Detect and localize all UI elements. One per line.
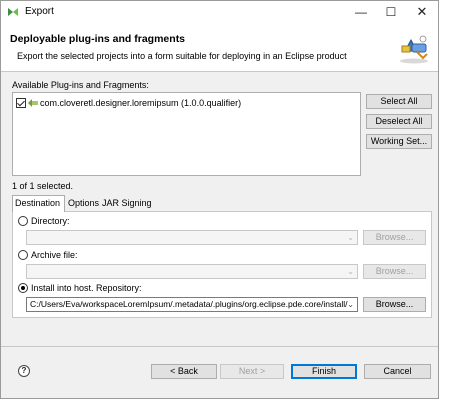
destination-panel: Directory: ⌄ Browse... Archive file: ⌄ B…	[12, 211, 432, 318]
window-title: Export	[25, 6, 54, 17]
repository-browse-button[interactable]: Browse...	[363, 297, 426, 312]
install-label: Install into host. Repository:	[31, 283, 142, 293]
repository-combo[interactable]: C:/Users/Eva/workspaceLoremIpsum/.metada…	[26, 297, 358, 312]
install-radio[interactable]	[18, 283, 28, 293]
plugins-list[interactable]: com.cloveretl.designer.loremipsum (1.0.0…	[12, 92, 361, 176]
directory-label: Directory:	[31, 216, 70, 226]
cancel-button[interactable]: Cancel	[364, 364, 431, 379]
footer-divider	[1, 346, 438, 347]
chevron-down-icon[interactable]: ⌄	[347, 265, 354, 278]
page-title: Deployable plug-ins and fragments	[10, 33, 186, 45]
export-dialog: Export — ☐ ✕ Deployable plug-ins and fra…	[0, 0, 439, 399]
plugins-label: Available Plug-ins and Fragments:	[12, 80, 149, 90]
tab-destination[interactable]: Destination	[12, 195, 65, 212]
directory-browse-button[interactable]: Browse...	[363, 230, 426, 245]
select-all-button[interactable]: Select All	[366, 94, 432, 109]
wizard-header: Deployable plug-ins and fragments Export…	[1, 23, 438, 72]
finish-button[interactable]: Finish	[291, 364, 357, 379]
next-button[interactable]: Next >	[220, 364, 284, 379]
archive-browse-button[interactable]: Browse...	[363, 264, 426, 279]
directory-option[interactable]: Directory:	[18, 215, 70, 227]
minimize-icon[interactable]: —	[348, 2, 374, 22]
tab-options[interactable]: Options	[66, 196, 100, 211]
archive-option[interactable]: Archive file:	[18, 249, 78, 261]
close-icon[interactable]: ✕	[409, 2, 435, 22]
back-button[interactable]: < Back	[151, 364, 217, 379]
tab-jar-signing[interactable]: JAR Signing	[100, 196, 152, 211]
deselect-all-button[interactable]: Deselect All	[366, 114, 432, 129]
eclipse-icon	[7, 6, 19, 18]
chevron-down-icon[interactable]: ⌄	[347, 298, 354, 311]
plugin-checkbox[interactable]	[16, 98, 26, 108]
archive-label: Archive file:	[31, 250, 78, 260]
title-bar: Export — ☐ ✕	[1, 1, 438, 23]
archive-radio[interactable]	[18, 250, 28, 260]
archive-combo[interactable]: ⌄	[26, 264, 358, 279]
directory-radio[interactable]	[18, 216, 28, 226]
plugin-export-icon	[400, 35, 428, 64]
maximize-icon[interactable]: ☐	[378, 2, 404, 22]
plugin-name: com.cloveretl.designer.loremipsum (1.0.0…	[40, 98, 242, 108]
repository-path: C:/Users/Eva/workspaceLoremIpsum/.metada…	[30, 299, 348, 309]
help-icon[interactable]: ?	[18, 365, 30, 377]
page-description: Export the selected projects into a form…	[17, 51, 347, 61]
directory-combo[interactable]: ⌄	[26, 230, 358, 245]
working-set-button[interactable]: Working Set...	[366, 134, 432, 149]
install-option[interactable]: Install into host. Repository:	[18, 282, 142, 294]
plugin-icon	[28, 99, 38, 107]
selection-status: 1 of 1 selected.	[12, 181, 74, 191]
list-item[interactable]: com.cloveretl.designer.loremipsum (1.0.0…	[16, 97, 241, 109]
chevron-down-icon[interactable]: ⌄	[347, 231, 354, 244]
